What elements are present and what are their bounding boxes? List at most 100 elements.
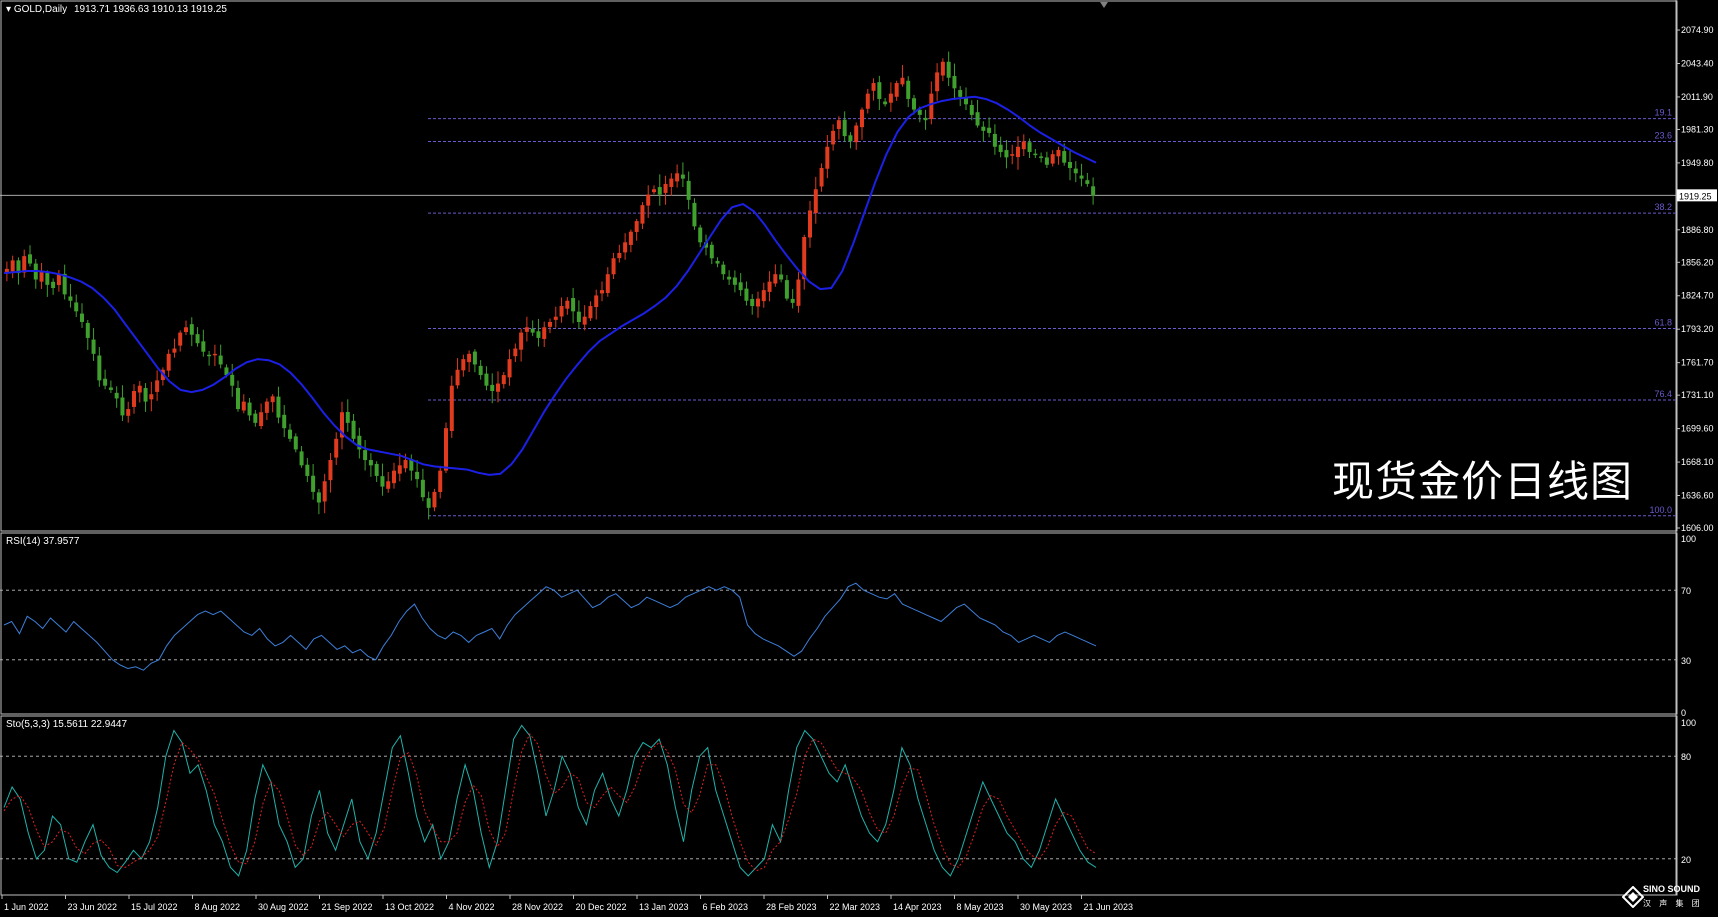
candle-body bbox=[571, 298, 576, 312]
candle-body bbox=[39, 271, 44, 282]
current-price-label: 1919.25 bbox=[1679, 191, 1712, 201]
candle-body bbox=[455, 369, 460, 386]
candle-body bbox=[218, 355, 223, 365]
logo-mark-icon bbox=[1622, 886, 1644, 908]
candle-body bbox=[184, 327, 188, 333]
candle-body bbox=[1068, 162, 1072, 168]
candle-body bbox=[74, 302, 79, 312]
candle-body bbox=[865, 93, 870, 109]
price-tick-label: 1699.60 bbox=[1681, 424, 1714, 434]
time-tick-label: 15 Jul 2022 bbox=[131, 902, 178, 912]
candle-body bbox=[605, 274, 610, 293]
candle-body bbox=[617, 252, 622, 259]
candle-body bbox=[727, 276, 732, 280]
candle-body bbox=[935, 72, 940, 92]
candle-body bbox=[282, 414, 287, 429]
symbol-header[interactable]: ▾ GOLD,Daily 1913.71 1936.63 1910.13 191… bbox=[6, 4, 227, 15]
candle-body bbox=[380, 476, 385, 487]
candle-body bbox=[501, 375, 506, 385]
candle-body bbox=[212, 353, 217, 356]
candle-body bbox=[998, 144, 1003, 153]
candle-body bbox=[732, 277, 737, 285]
fib-level-label: 23.6 bbox=[1654, 130, 1672, 140]
candle-body bbox=[802, 237, 807, 280]
candle-body bbox=[929, 93, 934, 119]
candle-body bbox=[386, 481, 391, 489]
fib-level-label: 38.2 bbox=[1654, 202, 1672, 212]
candle-body bbox=[721, 264, 726, 275]
logo-subtext: 汉 声 集 团 bbox=[1643, 899, 1703, 908]
candle-body bbox=[195, 334, 200, 344]
candle-body bbox=[420, 479, 425, 498]
candle-body bbox=[964, 98, 968, 105]
candle-body bbox=[114, 392, 119, 399]
candle-body bbox=[1027, 142, 1032, 153]
candle-body bbox=[680, 174, 685, 179]
candle-body bbox=[305, 464, 310, 476]
candle-body bbox=[1050, 154, 1055, 164]
candle-body bbox=[576, 311, 581, 322]
candle-body bbox=[201, 341, 206, 352]
candle-body bbox=[646, 194, 651, 206]
time-tick-label: 30 Aug 2022 bbox=[258, 902, 309, 912]
time-tick-label: 21 Sep 2022 bbox=[322, 902, 373, 912]
candle-body bbox=[952, 75, 957, 89]
candle-body bbox=[1079, 175, 1084, 179]
candle-body bbox=[513, 348, 518, 357]
candle-body bbox=[663, 183, 668, 193]
dropdown-triangle-icon[interactable]: ▾ bbox=[6, 4, 11, 15]
candle-body bbox=[530, 328, 535, 333]
candle-body bbox=[403, 460, 408, 469]
candle-body bbox=[744, 288, 749, 301]
candle-body bbox=[299, 451, 304, 466]
candle-body bbox=[28, 254, 32, 264]
candle-body bbox=[1056, 149, 1061, 157]
candle-body bbox=[322, 481, 327, 502]
candle-body bbox=[172, 348, 177, 353]
candle-body bbox=[819, 167, 824, 187]
candle-body bbox=[600, 290, 604, 294]
candle-body bbox=[311, 475, 316, 492]
candle-body bbox=[351, 420, 356, 439]
rsi-tick-label: 30 bbox=[1681, 656, 1691, 666]
candle-body bbox=[756, 298, 760, 307]
candle-body bbox=[594, 295, 599, 307]
candle-body bbox=[415, 471, 420, 480]
stochastic-pane[interactable] bbox=[0, 724, 1676, 877]
pane-border bbox=[0, 715, 1678, 896]
candle-body bbox=[779, 274, 784, 280]
candle-body bbox=[143, 388, 148, 402]
candle-body bbox=[166, 353, 171, 371]
candle-body bbox=[1091, 186, 1096, 196]
candle-body bbox=[848, 135, 853, 142]
candle-body bbox=[969, 104, 974, 115]
candle-body bbox=[392, 470, 396, 484]
fib-level-label: 76.4 bbox=[1654, 389, 1672, 399]
ohlc-values: 1913.71 1936.63 1910.13 1919.25 bbox=[73, 4, 227, 15]
candle-body bbox=[374, 463, 379, 476]
candle-body bbox=[877, 82, 882, 99]
candle-body bbox=[103, 378, 108, 386]
candle-body bbox=[120, 397, 125, 416]
rsi-pane[interactable] bbox=[0, 582, 1676, 671]
candle-body bbox=[496, 383, 500, 392]
stochastic-label: Sto(5,3,3) 15.5611 22.9447 bbox=[6, 719, 128, 730]
fib-level-label: 100.0 bbox=[1649, 505, 1672, 515]
fib-level-label: 19.1 bbox=[1654, 108, 1672, 118]
candle-body bbox=[761, 290, 766, 302]
price-tick-label: 2074.90 bbox=[1681, 25, 1714, 35]
stochastic-tick-label: 20 bbox=[1681, 855, 1691, 865]
candle-body bbox=[542, 327, 547, 339]
candle-body bbox=[686, 180, 691, 200]
candle-body bbox=[831, 130, 836, 145]
candle-body bbox=[316, 492, 321, 503]
candle-body bbox=[91, 339, 96, 354]
candle-body bbox=[108, 387, 113, 390]
price-tick-label: 1824.70 bbox=[1681, 291, 1714, 301]
candle-body bbox=[1010, 154, 1015, 156]
candle-body bbox=[137, 385, 142, 393]
candle-body bbox=[652, 189, 656, 193]
candle-body bbox=[484, 373, 489, 386]
candle-body bbox=[444, 428, 448, 471]
candle-body bbox=[767, 281, 772, 292]
